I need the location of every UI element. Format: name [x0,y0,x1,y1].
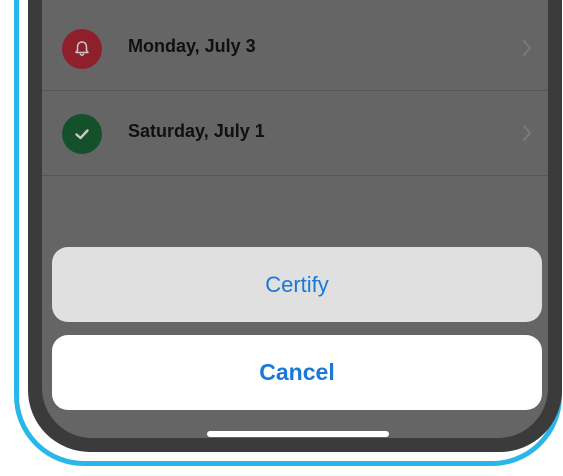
bell-icon [62,29,102,69]
phone-screen: Monday, July 3 Saturday, July 1 Certify … [42,0,548,438]
home-indicator[interactable] [207,431,389,437]
list-item-label: Monday, July 3 [128,36,256,56]
chevron-right-icon [523,40,531,56]
chevron-right-icon [523,125,531,141]
checkmark-icon [62,114,102,154]
cancel-button[interactable]: Cancel [52,335,542,410]
list-item-saturday-july-1[interactable]: Saturday, July 1 [42,92,548,176]
certify-button[interactable]: Certify [52,247,542,322]
list-item-monday-july-3[interactable]: Monday, July 3 [42,7,548,91]
app-viewport: Monday, July 3 Saturday, July 1 Certify … [0,0,563,476]
list-item-label: Saturday, July 1 [128,121,265,141]
